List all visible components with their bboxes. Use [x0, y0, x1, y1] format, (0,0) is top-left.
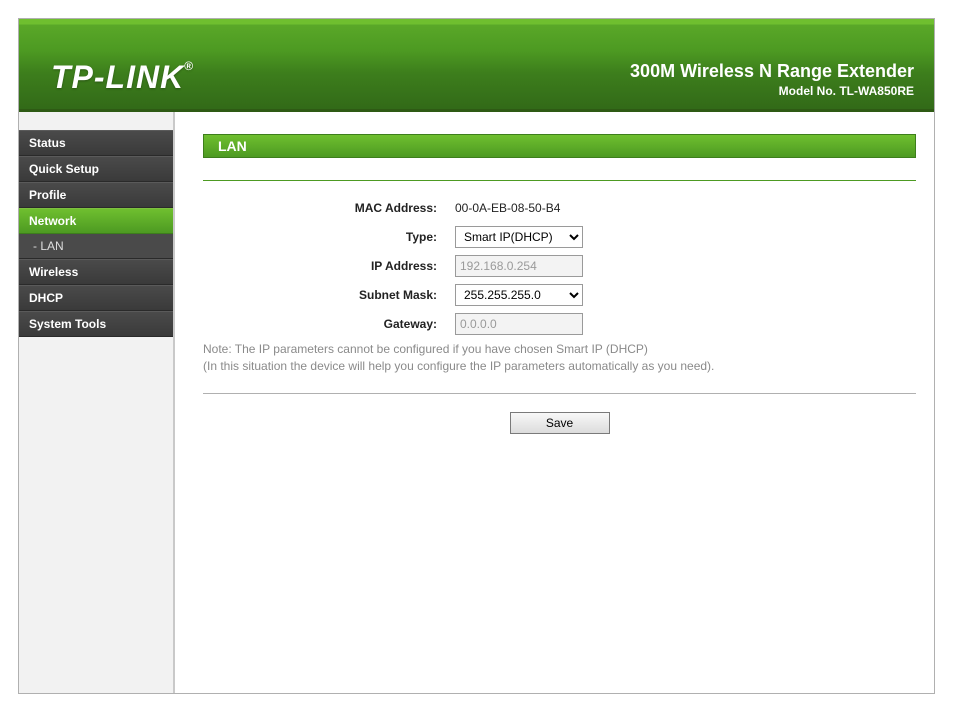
type-label: Type: [203, 230, 455, 244]
subnet-mask-label: Subnet Mask: [203, 288, 455, 302]
gateway-label: Gateway: [203, 317, 455, 331]
note-text: Note: The IP parameters cannot be config… [203, 341, 916, 375]
sidebar-item-dhcp[interactable]: DHCP [19, 285, 173, 311]
sidebar-item-quick-setup[interactable]: Quick Setup [19, 156, 173, 182]
sidebar-item-profile[interactable]: Profile [19, 182, 173, 208]
model-number: Model No. TL-WA850RE [630, 84, 914, 98]
ip-address-input [455, 255, 583, 277]
product-info: 300M Wireless N Range Extender Model No.… [630, 61, 914, 98]
sidebar-item-network[interactable]: Network [19, 208, 173, 234]
sidebar-item-wireless[interactable]: Wireless [19, 259, 173, 285]
divider [203, 180, 916, 181]
divider [203, 393, 916, 394]
header: TP-LINK® 300M Wireless N Range Extender … [19, 19, 934, 112]
registered-mark: ® [184, 59, 194, 73]
mac-address-value: 00-0A-EB-08-50-B4 [455, 201, 916, 215]
sidebar-nav: Status Quick Setup Profile Network - LAN… [19, 112, 175, 693]
sidebar-item-status[interactable]: Status [19, 130, 173, 156]
mac-address-label: MAC Address: [203, 201, 455, 215]
product-title: 300M Wireless N Range Extender [630, 61, 914, 82]
lan-form: MAC Address: 00-0A-EB-08-50-B4 Type: Sma… [203, 195, 916, 375]
ip-address-label: IP Address: [203, 259, 455, 273]
gateway-input [455, 313, 583, 335]
brand-logo: TP-LINK® [51, 59, 194, 96]
sidebar-item-lan[interactable]: - LAN [19, 234, 173, 259]
content-area: LAN MAC Address: 00-0A-EB-08-50-B4 Type:… [175, 112, 934, 693]
save-button[interactable]: Save [510, 412, 610, 434]
subnet-mask-select[interactable]: 255.255.255.0 [455, 284, 583, 306]
sidebar-item-system-tools[interactable]: System Tools [19, 311, 173, 337]
brand-logo-text: TP-LINK [51, 59, 184, 95]
note-line-1: Note: The IP parameters cannot be config… [203, 342, 648, 356]
note-line-2: (In this situation the device will help … [203, 359, 714, 373]
type-select[interactable]: Smart IP(DHCP) [455, 226, 583, 248]
section-title: LAN [203, 134, 916, 158]
